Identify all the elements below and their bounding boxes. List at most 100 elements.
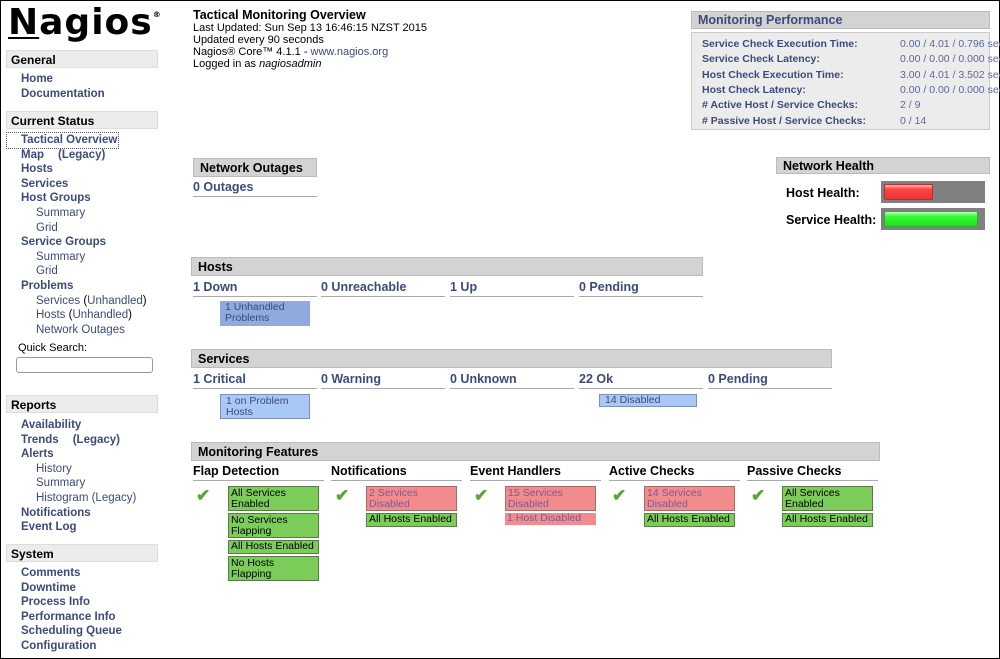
sidebar-item-event-log[interactable]: Event Log — [21, 520, 136, 535]
overview-info: Tactical Monitoring Overview Last Update… — [193, 8, 427, 70]
sidebar-section-general: General — [6, 50, 158, 68]
service-health-label: Service Health: — [786, 213, 877, 227]
sidebar-item-problems-services[interactable]: Services — [36, 295, 80, 307]
services-unknown[interactable]: 0 Unknown — [450, 372, 574, 389]
service-health-fill — [884, 211, 978, 227]
feature-status-box[interactable]: All Hosts Enabled — [644, 513, 735, 527]
services-disabled-badge[interactable]: 14 Disabled — [599, 394, 697, 407]
sidebar-item-map-legacy[interactable]: (Legacy) — [58, 149, 105, 161]
check-icon: ✔ — [474, 486, 489, 505]
sidebar-item-documentation[interactable]: Documentation — [21, 87, 105, 102]
feature-status-box[interactable]: No Services Flapping — [228, 513, 319, 538]
perf-value: 0.00 / 4.01 / 0.796 sec — [900, 38, 1000, 50]
hosts-down[interactable]: 1 Down — [193, 280, 317, 297]
sidebar-section-reports: Reports — [6, 395, 158, 413]
nagios-logo[interactable]: Nagios® — [8, 2, 162, 43]
nagios-website-link[interactable]: www.nagios.org — [311, 46, 389, 58]
sidebar-item-problems-services-unhandled[interactable]: Unhandled — [87, 295, 143, 307]
service-health-bar[interactable] — [881, 208, 985, 230]
sidebar-item-downtime[interactable]: Downtime — [21, 581, 122, 596]
check-icon: ✔ — [751, 486, 766, 505]
quick-search-input[interactable] — [16, 357, 153, 373]
hosts-unreachable[interactable]: 0 Unreachable — [321, 280, 445, 297]
sidebar-item-alerts-summary[interactable]: Summary — [21, 476, 136, 491]
sidebar-item-services[interactable]: Services — [21, 177, 147, 192]
hosts-unhandled-problems-badge[interactable]: 1 Unhandled Problems — [220, 301, 310, 326]
sidebar-item-notifications[interactable]: Notifications — [21, 506, 136, 521]
sidebar-section-current-status: Current Status — [6, 111, 158, 129]
feature-flap-detection-title: Flap Detection — [193, 464, 324, 481]
last-updated: Last Updated: Sun Sep 13 16:46:15 NZST 2… — [193, 22, 428, 34]
sidebar-item-service-groups-grid[interactable]: Grid — [21, 264, 147, 279]
monitoring-features-title: Monitoring Features — [191, 442, 880, 461]
hosts-pending[interactable]: 0 Pending — [579, 280, 703, 297]
feature-active-checks-title: Active Checks — [609, 464, 740, 481]
sidebar-item-host-groups-grid[interactable]: Grid — [21, 221, 147, 236]
check-icon: ✔ — [335, 486, 350, 505]
hosts-up[interactable]: 1 Up — [450, 280, 574, 297]
sidebar-item-comments[interactable]: Comments — [21, 566, 122, 581]
perf-value: 3.00 / 4.01 / 3.502 sec — [900, 69, 1000, 81]
sidebar-item-problems-hosts[interactable]: Hosts — [36, 309, 65, 321]
sidebar-item-service-groups[interactable]: Service Groups — [21, 235, 147, 250]
perf-label: Service Check Execution Time: — [702, 38, 858, 50]
perf-value: 0.00 / 0.00 / 0.000 sec — [900, 84, 1000, 96]
sidebar-item-trends-legacy[interactable]: (Legacy) — [73, 434, 120, 446]
feature-status-box[interactable]: 2 Services Disabled — [366, 486, 457, 511]
perf-label: Host Check Execution Time: — [702, 69, 844, 81]
check-icon: ✔ — [612, 486, 627, 505]
sidebar-current-status-links: Tactical Overview Map (Legacy) Hosts Serv… — [5, 132, 147, 338]
sidebar-item-host-groups-summary[interactable]: Summary — [21, 206, 147, 221]
feature-status-box[interactable]: 15 Services Disabled — [505, 486, 596, 511]
feature-status-box[interactable]: No Hosts Flapping — [228, 556, 319, 581]
hosts-section-title: Hosts — [191, 257, 703, 276]
sidebar-item-alerts-history[interactable]: History — [21, 462, 136, 477]
services-critical[interactable]: 1 Critical — [193, 372, 317, 389]
perf-label: # Active Host / Service Checks: — [702, 99, 859, 111]
services-ok[interactable]: 22 Ok — [579, 372, 703, 389]
network-outages-title: Network Outages — [193, 158, 317, 177]
monitoring-performance-table: Service Check Execution Time: 0.00 / 4.01… — [691, 32, 1000, 130]
feature-status-box[interactable]: All Hosts Enabled — [782, 513, 873, 527]
sidebar-item-alerts[interactable]: Alerts — [21, 447, 136, 462]
feature-status-box[interactable]: 1 Host Disabled — [505, 513, 596, 525]
sidebar-item-problems-hosts-unhandled[interactable]: Unhandled — [72, 309, 128, 321]
host-health-bar[interactable] — [881, 181, 985, 203]
perf-value: 0.00 / 0.00 / 0.000 sec — [900, 53, 1000, 65]
network-outages-count[interactable]: 0 Outages — [193, 180, 317, 197]
logged-in-user: nagiosadmin — [259, 58, 322, 70]
feature-status-box[interactable]: All Hosts Enabled — [228, 540, 319, 554]
sidebar-item-hosts[interactable]: Hosts — [21, 162, 147, 177]
sidebar-item-availability[interactable]: Availability — [21, 418, 136, 433]
perf-value: 0 / 14 — [900, 115, 927, 127]
sidebar-item-host-groups[interactable]: Host Groups — [21, 191, 147, 206]
sidebar-item-scheduling-queue[interactable]: Scheduling Queue — [21, 624, 122, 639]
feature-status-box[interactable]: All Hosts Enabled — [366, 513, 457, 527]
sidebar-item-performance-info[interactable]: Performance Info — [21, 610, 122, 625]
sidebar-item-tactical-overview[interactable]: Tactical Overview — [5, 132, 120, 149]
feature-event-handlers-title: Event Handlers — [470, 464, 601, 481]
services-warning[interactable]: 0 Warning — [321, 372, 445, 389]
check-icon: ✔ — [196, 486, 211, 505]
services-pending[interactable]: 0 Pending — [708, 372, 832, 389]
sidebar-item-process-info[interactable]: Process Info — [21, 595, 122, 610]
sidebar-item-service-groups-summary[interactable]: Summary — [21, 250, 147, 265]
feature-status-box[interactable]: 14 Services Disabled — [644, 486, 735, 511]
sidebar-item-map[interactable]: Map — [21, 149, 44, 161]
sidebar-item-trends[interactable]: Trends — [21, 434, 59, 446]
feature-status-box[interactable]: All Services Enabled — [228, 486, 319, 511]
logged-in-label: Logged in as — [193, 58, 260, 70]
sidebar-item-home[interactable]: Home — [21, 72, 105, 87]
sidebar-section-system: System — [6, 544, 158, 562]
sidebar-item-problems[interactable]: Problems — [21, 279, 147, 294]
sidebar-item-configuration[interactable]: Configuration — [21, 639, 122, 654]
monitoring-performance-title[interactable]: Monitoring Performance — [691, 11, 990, 29]
network-health-title: Network Health — [776, 157, 990, 174]
sidebar-item-network-outages[interactable]: Network Outages — [21, 323, 147, 338]
sidebar-item-alerts-histogram[interactable]: Histogram (Legacy) — [21, 491, 136, 506]
services-section-title: Services — [191, 349, 832, 368]
services-on-problem-hosts-badge[interactable]: 1 on Problem Hosts — [220, 394, 310, 419]
feature-status-box[interactable]: All Services Enabled — [782, 486, 873, 511]
update-interval: Updated every 90 seconds — [193, 34, 324, 46]
page-title: Tactical Monitoring Overview — [193, 8, 366, 22]
